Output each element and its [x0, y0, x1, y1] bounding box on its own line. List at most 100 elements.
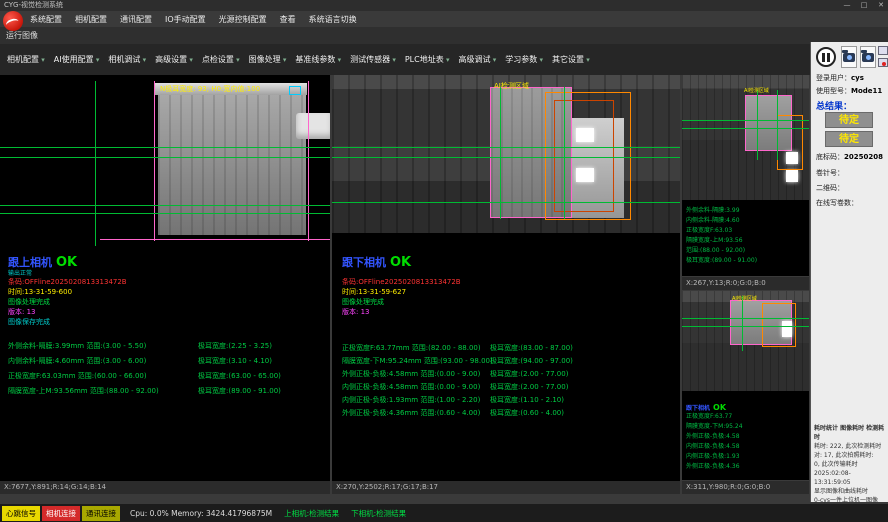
snapshot-icon[interactable]	[878, 46, 888, 55]
menu-system-config[interactable]: 系统配置	[30, 14, 62, 25]
measurement-text: 外侧余料-隔膜:3.99mm 范围:(3.00 - 5.50)	[8, 341, 146, 351]
measurement-text: 内侧正极-负极:1.93mm 范围:(1.00 - 2.20)	[342, 395, 480, 405]
time-text: 时间:13-31-59-600	[8, 287, 72, 297]
process-status-text: 图像处理完成	[342, 297, 384, 307]
total-result-label: 总结果：	[816, 99, 852, 112]
login-user-value: cys	[851, 74, 864, 82]
measure-line	[757, 90, 758, 160]
measure-line	[500, 87, 501, 219]
measurement-text: 极耳宽度:(2.00 - 77.00)	[490, 369, 568, 379]
minimize-icon[interactable]	[842, 0, 852, 11]
measurement-text: 极耳宽度:(2.00 - 77.00)	[490, 382, 568, 392]
heartbeat-status-badge: 心跳信号	[2, 506, 40, 521]
result-box-upper: 待定	[825, 112, 873, 128]
tab-camera-debug[interactable]: 相机调试	[108, 54, 146, 65]
tab-plc-address[interactable]: PLC地址表	[405, 54, 450, 65]
thumb-text: 内侧余料-隔膜:4.60	[686, 215, 740, 224]
pause-icon	[822, 53, 825, 62]
cpu-memory-text: Cpu: 0.0% Memory: 3424.41796875M	[130, 509, 272, 518]
stats-line: 显示图像和曲线耗时	[814, 487, 887, 496]
tab-spot-check[interactable]: 点检设置	[202, 54, 240, 65]
toolbar: 相机配置 AI使用配置 相机调试 高级设置 点检设置 图像处理 基准线参数 测试…	[0, 44, 810, 75]
measurement-row: 内侧余料-隔膜:4.60mm 范围:(3.00 - 6.00) 极耳宽度:(3.…	[0, 356, 330, 368]
window-controls	[842, 0, 886, 11]
thumb-text: 内侧正极-负极:1.93	[686, 451, 740, 460]
tab-camera-config[interactable]: 相机配置	[7, 54, 45, 65]
measurement-row: 隔膜宽度-下M:95.24mm 范围:(93.00 - 98.00) 极耳宽度:…	[332, 356, 680, 368]
tab-image-processing[interactable]: 图像处理	[249, 54, 287, 65]
measurement-text: 外侧正极-负极:4.36mm 范围:(0.60 - 4.00)	[342, 408, 480, 418]
status-bar: 心跳信号 相机连接 通讯连接 Cpu: 0.0% Memory: 3424.41…	[0, 504, 888, 522]
menu-io-manual[interactable]: IO手动配置	[165, 14, 206, 25]
result-box-lower: 待定	[825, 131, 873, 147]
thumb-text: 范围:(88.00 - 92.00)	[686, 245, 745, 254]
time-text: 时间:13-31-59-627	[342, 287, 406, 297]
tab-advanced-settings[interactable]: 高级设置	[155, 54, 193, 65]
side-panel: 登录用户：cys 使用型号：Mode11 总结果： 待定 待定 底标码：2025…	[810, 42, 888, 502]
roi-line	[100, 239, 330, 240]
roi-rect	[554, 100, 614, 212]
save-status-text: 图像保存完成	[8, 317, 50, 327]
menu-view[interactable]: 查看	[280, 14, 296, 25]
upper-camera-button[interactable]	[841, 46, 857, 68]
measure-line	[0, 157, 330, 158]
app-window: CYG-视觉检测系统 系统配置 相机配置 通讯配置 IO手动配置 光源控制配置 …	[0, 0, 888, 522]
measurement-text: 极耳宽度:(0.60 - 4.00)	[490, 408, 564, 418]
tab-baseline-params[interactable]: 基准线参数	[295, 54, 341, 65]
upper-camera-view[interactable]: N极耳宽度: 93; H0:宽内值:100 跟上相机OK 输出正常 条码:OFF…	[0, 75, 330, 481]
qr-code-label: 二维码：	[816, 183, 844, 193]
thumb-text: 隔膜宽度-下M:95.24	[686, 421, 743, 430]
stats-line: 耗时: 222, 此次检测耗时	[814, 442, 887, 451]
tab-learning-params[interactable]: 学习参数	[505, 54, 543, 65]
version-text: 版本: 13	[342, 307, 370, 317]
menu-camera-config[interactable]: 相机配置	[75, 14, 107, 25]
menu-comm-config[interactable]: 通讯配置	[120, 14, 152, 25]
tab-ai-config[interactable]: AI使用配置	[54, 54, 100, 65]
maximize-icon[interactable]	[859, 0, 869, 11]
login-user-label: 登录用户：	[816, 74, 851, 82]
thumb-text: 外侧正极-负极:4.58	[686, 431, 740, 440]
roi-marker	[289, 86, 301, 95]
measurement-text: 内侧余料-隔膜:4.60mm 范围:(3.00 - 6.00)	[8, 356, 146, 366]
bottom-code-value: 20250208	[844, 153, 883, 161]
stats-line: 2025:02:08-13:31:59:05	[814, 469, 887, 487]
tab-other-settings[interactable]: 其它设置	[552, 54, 590, 65]
stats-header: 耗时统计 图像耗时 检测耗时	[814, 424, 887, 442]
tab-advanced-debug[interactable]: 高级调试	[458, 54, 496, 65]
thumbnail-upper-camera[interactable]: AI检测区域 外侧余料-隔膜:3.99 内侧余料-隔膜:4.60 正极宽度F:6…	[682, 75, 809, 276]
barcode-text: 条码:OFFline2025020813313472B	[8, 277, 127, 287]
reflection-spot	[786, 170, 798, 182]
thumb-text: 外侧余料-隔膜:3.99	[686, 205, 740, 214]
model-label: 使用型号：	[816, 87, 851, 95]
roi-rect	[777, 115, 803, 170]
thumbnail-lower-camera[interactable]: AI检测区域 跟下相机OK 正极宽度F:63.77 隔膜宽度-下M:95.24 …	[682, 291, 809, 480]
menu-language-switch[interactable]: 系统语言切换	[309, 14, 357, 25]
thumb-text: 极耳宽度:(89.00 - 91.00)	[686, 255, 757, 264]
roi-line	[154, 81, 155, 241]
measurement-row: 隔膜宽度-上M:93.56mm 范围:(88.00 - 92.00) 极耳宽度:…	[0, 386, 330, 398]
record-icon[interactable]	[878, 58, 888, 67]
bottom-code-row: 底标码：20250208	[816, 152, 883, 162]
measure-line	[95, 81, 96, 246]
pause-button[interactable]	[816, 47, 836, 67]
model-value[interactable]: Mode11	[851, 87, 882, 95]
lower-result-text: 下相机:检测结果	[351, 508, 406, 519]
tab-test-sensor[interactable]: 测试传感器	[350, 54, 396, 65]
measure-line	[742, 296, 743, 351]
thumb-text: 隔膜宽度-上M:93.56	[686, 235, 743, 244]
lower-camera-view[interactable]: AI检测区域 跟下相机OK 条码:OFFline2025020813313472…	[332, 75, 680, 481]
close-icon[interactable]	[876, 0, 886, 11]
menu-light-control[interactable]: 光源控制配置	[219, 14, 267, 25]
measure-line	[332, 202, 680, 203]
run-image-label: 运行图像	[0, 27, 888, 44]
measurement-text: 隔膜宽度-上M:93.56mm 范围:(88.00 - 92.00)	[8, 386, 159, 396]
process-status-text: 图像处理完成	[8, 297, 50, 307]
measure-line	[682, 120, 809, 121]
measurement-text: 极耳宽度:(89.00 - 91.00)	[198, 386, 281, 396]
camera-name-label: 跟下相机	[342, 256, 386, 269]
thumbnail2-coords: X:311,Y:980;R:0;G:0;B:0	[682, 481, 809, 494]
measure-line	[682, 318, 809, 319]
measurement-row: 正极宽度F:63.03mm 范围:(60.00 - 66.00) 极耳宽度:(6…	[0, 371, 330, 383]
camera-icon	[843, 53, 855, 62]
lower-camera-button[interactable]	[860, 46, 876, 68]
